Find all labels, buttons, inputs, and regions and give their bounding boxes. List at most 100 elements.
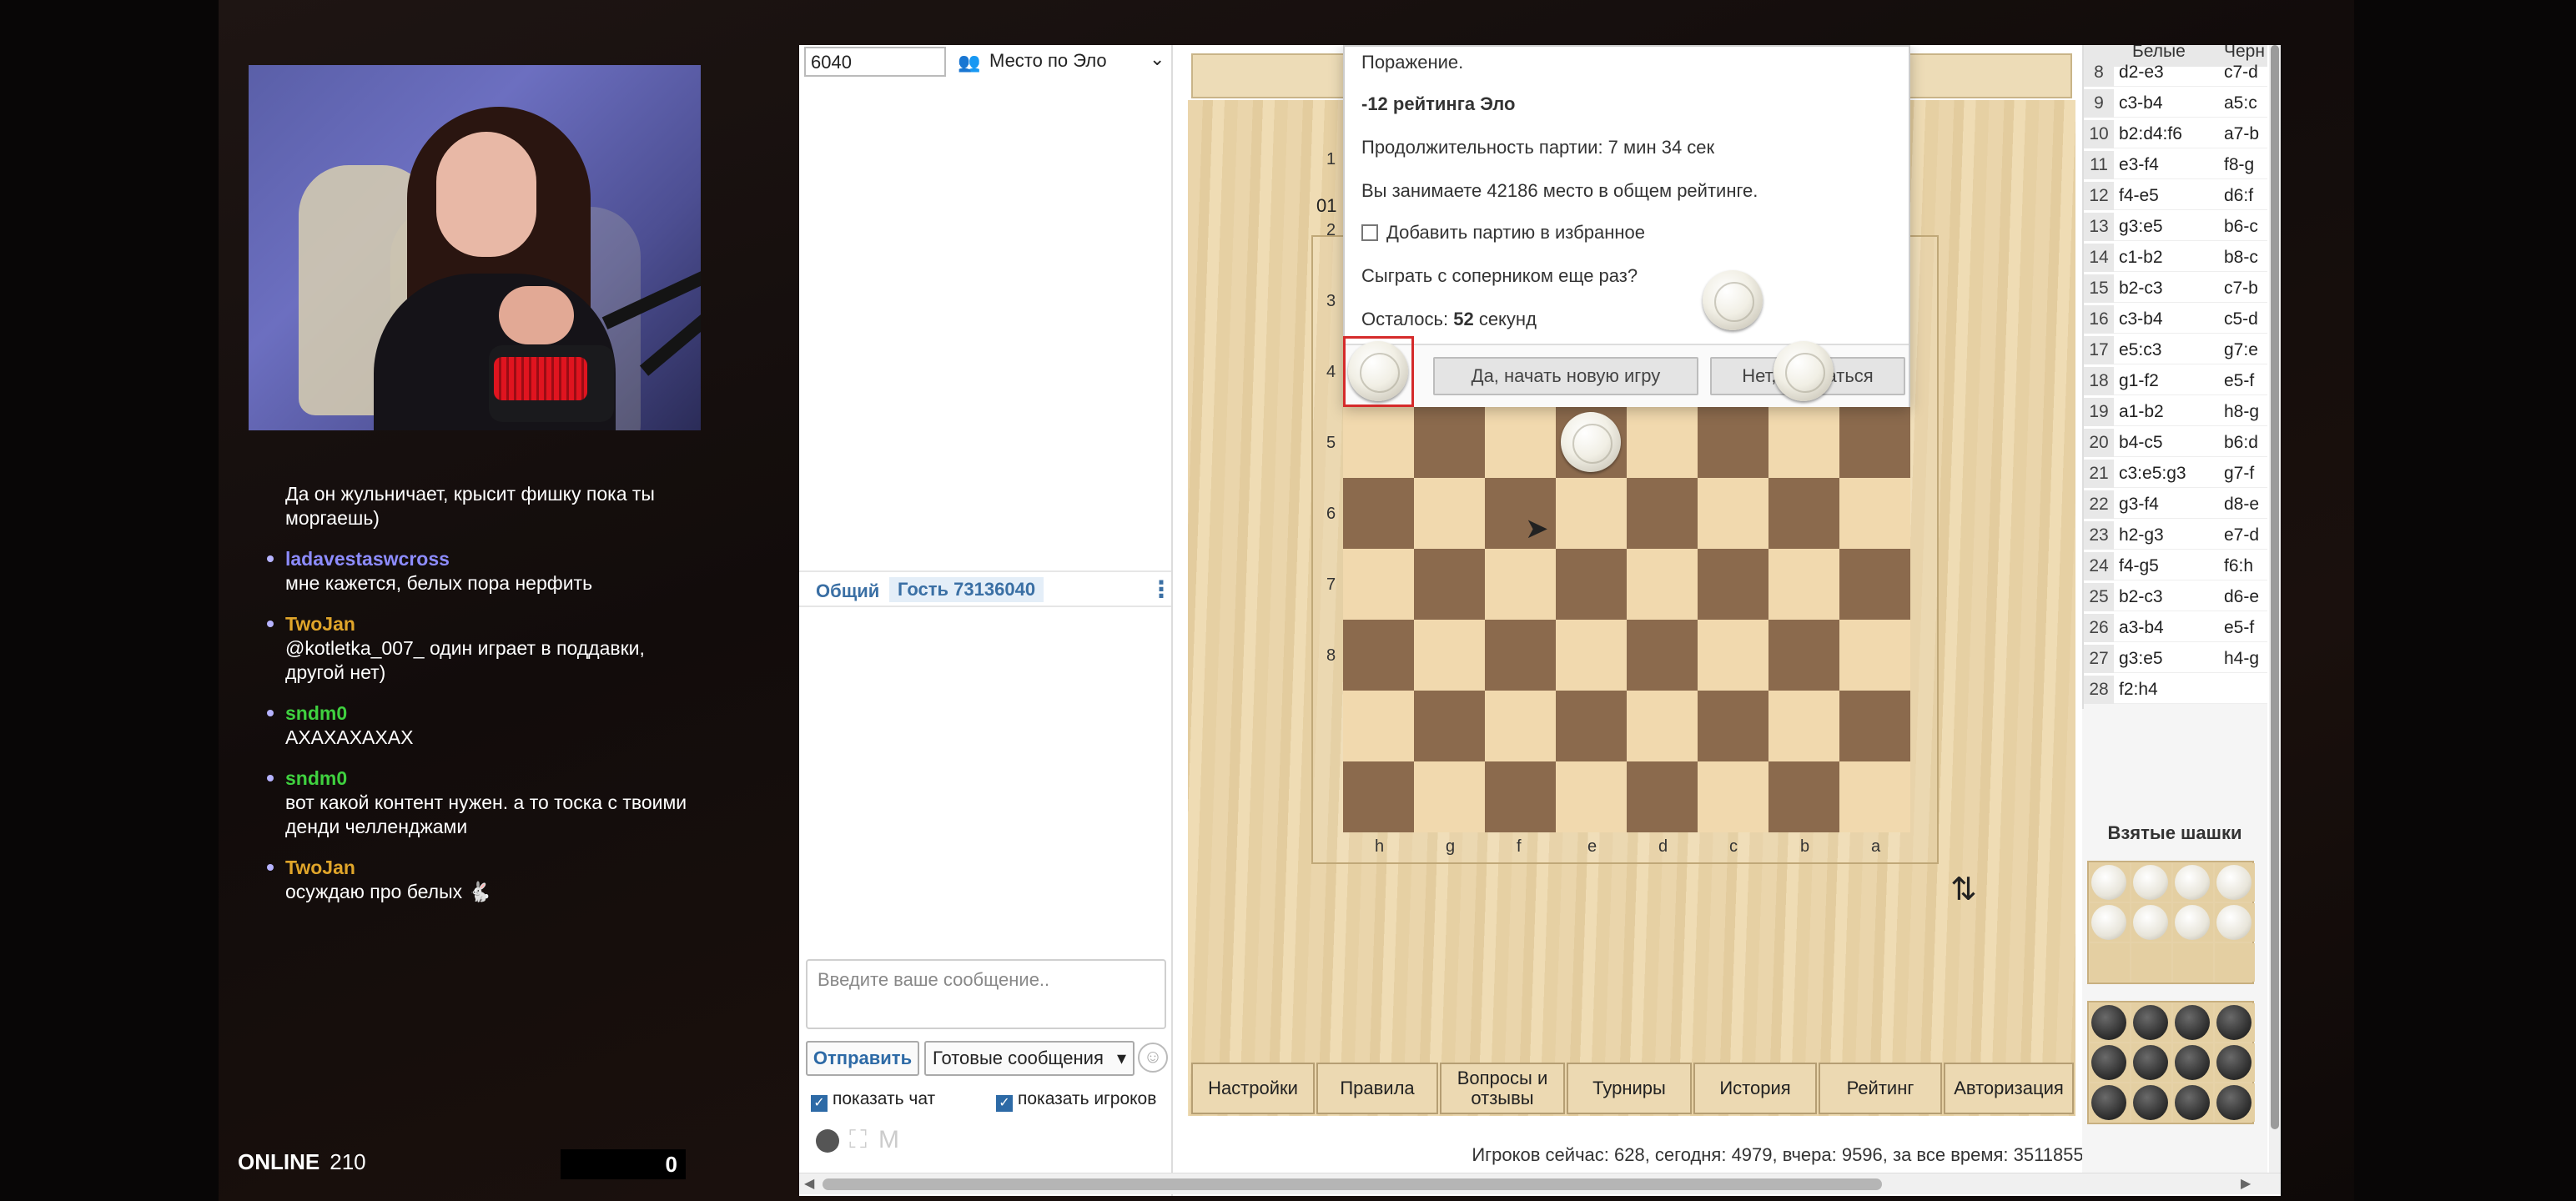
board-square[interactable] [1556, 691, 1627, 761]
chevron-down-icon[interactable]: ⌄ [1150, 48, 1165, 70]
move-row[interactable]: 12 f4-e5 d6:f [2084, 182, 2267, 210]
send-button[interactable]: Отправить [806, 1041, 919, 1076]
board-square[interactable] [1627, 620, 1698, 691]
board-square[interactable] [1627, 761, 1698, 832]
board-square[interactable] [1839, 407, 1910, 478]
board-square[interactable] [1839, 691, 1910, 761]
nav-login[interactable]: Авторизация [1944, 1063, 2074, 1114]
nav-rating[interactable]: Рейтинг [1819, 1063, 1942, 1114]
tab-guest[interactable]: Гость 73136040 [889, 577, 1044, 602]
board-square[interactable] [1768, 407, 1839, 478]
board-square[interactable] [1556, 549, 1627, 620]
board-square[interactable] [1556, 478, 1627, 549]
move-row[interactable]: 10 b2:d4:f6 a7-b [2084, 120, 2267, 148]
board-square[interactable] [1343, 478, 1414, 549]
move-row[interactable]: 16 c3-b4 c5-d [2084, 305, 2267, 334]
move-row[interactable]: 20 b4-c5 b6:d [2084, 429, 2267, 457]
board-square[interactable] [1698, 691, 1768, 761]
show-players-checkbox[interactable]: ✓ показать игроков [996, 1089, 1156, 1112]
tab-general[interactable]: Общий [816, 580, 879, 602]
board-square[interactable] [1414, 407, 1485, 478]
board-square[interactable] [1698, 549, 1768, 620]
new-game-button[interactable]: Да, начать новую игру [1433, 357, 1698, 395]
move-row[interactable]: 28 f2:h4 [2084, 676, 2267, 704]
board-square[interactable] [1343, 549, 1414, 620]
board-square[interactable] [1343, 620, 1414, 691]
board-square[interactable] [1839, 478, 1910, 549]
sort-select[interactable]: Место по Эло [989, 50, 1107, 72]
board-square[interactable] [1556, 761, 1627, 832]
board-square[interactable] [1627, 691, 1698, 761]
move-row[interactable]: 13 g3:e5 b6-c [2084, 213, 2267, 241]
board-square[interactable] [1839, 549, 1910, 620]
flip-board-icon[interactable]: ⇅ [1950, 871, 1977, 908]
move-row[interactable]: 21 c3:e5:g3 g7-f [2084, 460, 2267, 488]
board-square[interactable] [1343, 691, 1414, 761]
nav-feedback[interactable]: Вопросы и отзывы [1440, 1063, 1565, 1114]
chat-message-input[interactable]: Введите ваше сообщение.. [806, 959, 1166, 1029]
more-icon[interactable]: ⋮ [1150, 575, 1173, 603]
scroll-right-icon[interactable]: ▶ [2241, 1175, 2251, 1192]
board-square[interactable] [1485, 549, 1556, 620]
board-square[interactable] [1485, 691, 1556, 761]
board-square[interactable] [1698, 620, 1768, 691]
favorite-checkbox[interactable]: Добавить партию в избранное [1361, 222, 1645, 244]
move-row[interactable]: 9 c3-b4 a5:c [2084, 89, 2267, 118]
board-square[interactable] [1343, 407, 1414, 478]
checkers-board[interactable] [1343, 407, 1910, 832]
move-row[interactable]: 23 h2-g3 e7-d [2084, 521, 2267, 550]
board-square[interactable] [1485, 761, 1556, 832]
white-checker[interactable] [1561, 412, 1621, 472]
move-row[interactable]: 27 g3:e5 h4-g [2084, 645, 2267, 673]
nav-history[interactable]: История [1693, 1063, 1817, 1114]
move-row[interactable]: 22 g3-f4 d8-e [2084, 490, 2267, 519]
board-square[interactable] [1414, 478, 1485, 549]
vertical-scroll-thumb[interactable] [2271, 45, 2279, 1129]
emoji-icon[interactable]: ☺ [1138, 1043, 1168, 1073]
board-square[interactable] [1627, 478, 1698, 549]
move-row[interactable]: 24 f4-g5 f6:h [2084, 552, 2267, 580]
nav-rules[interactable]: Правила [1316, 1063, 1438, 1114]
board-square[interactable] [1698, 761, 1768, 832]
scroll-left-icon[interactable]: ◀ [804, 1175, 814, 1192]
board-square[interactable] [1839, 761, 1910, 832]
move-row[interactable]: 8 d2-e3 c7-d [2084, 58, 2267, 87]
nav-settings[interactable]: Настройки [1191, 1063, 1315, 1114]
elo-search-input[interactable]: 6040 [804, 47, 946, 77]
show-chat-checkbox[interactable]: ✓ показать чат [811, 1089, 935, 1112]
board-square[interactable] [1414, 620, 1485, 691]
nav-tournaments[interactable]: Турниры [1567, 1063, 1692, 1114]
horizontal-scrollbar[interactable]: ◀ ▶ [799, 1173, 2281, 1194]
board-square[interactable] [1414, 549, 1485, 620]
board-square[interactable] [1485, 407, 1556, 478]
move-row[interactable]: 19 a1-b2 h8-g [2084, 398, 2267, 426]
board-square[interactable] [1768, 620, 1839, 691]
board-square[interactable] [1768, 761, 1839, 832]
move-row[interactable]: 25 b2-c3 d6-e [2084, 583, 2267, 611]
board-square[interactable] [1343, 761, 1414, 832]
white-checker[interactable] [1774, 341, 1834, 401]
board-square[interactable] [1627, 407, 1698, 478]
move-row[interactable]: 15 b2-c3 c7-b [2084, 274, 2267, 303]
board-square[interactable] [1485, 620, 1556, 691]
vertical-scrollbar[interactable] [2269, 45, 2281, 1173]
horizontal-scroll-thumb[interactable] [823, 1178, 1882, 1190]
board-square[interactable] [1556, 620, 1627, 691]
board-square[interactable] [1698, 478, 1768, 549]
move-row[interactable]: 14 c1-b2 b8-c [2084, 244, 2267, 272]
board-square[interactable] [1414, 761, 1485, 832]
board-square[interactable] [1839, 620, 1910, 691]
board-square[interactable] [1768, 691, 1839, 761]
white-checker[interactable] [1348, 341, 1408, 401]
board-square[interactable] [1414, 691, 1485, 761]
board-square[interactable] [1768, 478, 1839, 549]
ready-messages-select[interactable]: Готовые сообщения ▾ [924, 1041, 1135, 1076]
board-square[interactable] [1698, 407, 1768, 478]
move-row[interactable]: 17 e5:c3 g7:e [2084, 336, 2267, 364]
board-square[interactable] [1768, 549, 1839, 620]
move-row[interactable]: 26 a3-b4 e5-f [2084, 614, 2267, 642]
white-checker[interactable] [1703, 270, 1763, 330]
move-row[interactable]: 18 g1-f2 e5-f [2084, 367, 2267, 395]
move-row[interactable]: 11 e3-f4 f8-g [2084, 151, 2267, 179]
board-square[interactable] [1627, 549, 1698, 620]
